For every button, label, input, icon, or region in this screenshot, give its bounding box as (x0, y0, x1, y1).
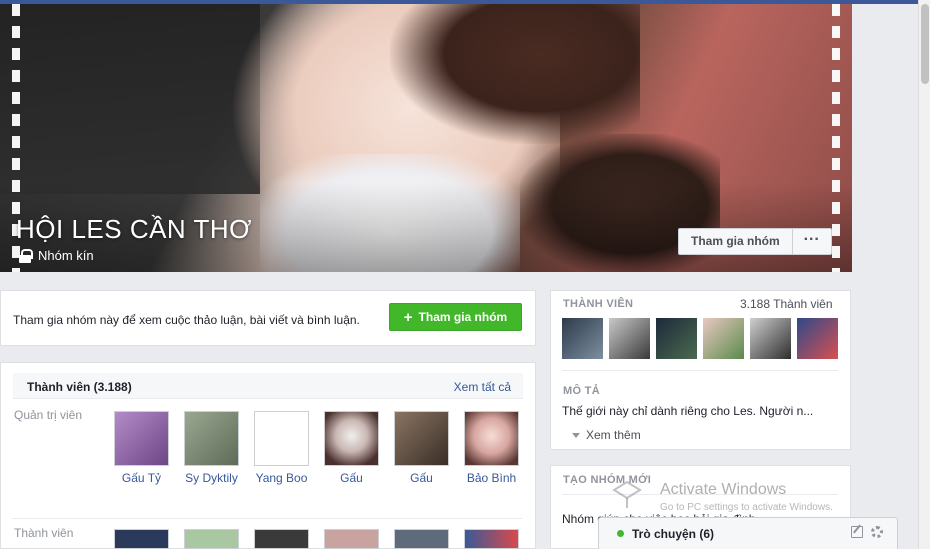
member-card[interactable]: Gấu (324, 411, 379, 485)
online-status-icon (617, 530, 624, 537)
member-avatar[interactable] (184, 529, 239, 549)
join-group-button[interactable]: + Tham gia nhóm (389, 303, 522, 331)
join-prompt-text: Tham gia nhóm này để xem cuộc thảo luận,… (13, 313, 360, 327)
chat-label: Trò chuyện (6) (632, 526, 715, 541)
film-strip-right (832, 4, 840, 272)
member-card[interactable]: Yang Boo (254, 411, 309, 485)
cover-photo-figure (390, 4, 640, 144)
new-message-icon[interactable] (851, 526, 863, 538)
member-avatar[interactable] (254, 529, 309, 549)
member-card[interactable]: Gấu Tỷ (114, 411, 169, 485)
members-count[interactable]: 3.188 Thành viên (740, 297, 833, 311)
caret-down-icon (572, 432, 580, 438)
member-name[interactable]: Yang Boo (254, 471, 309, 485)
about-divider (562, 370, 838, 371)
admins-label: Quản trị viên (14, 408, 83, 422)
group-title[interactable]: HỘI LES CẦN THƠ (16, 214, 252, 245)
member-avatar[interactable] (464, 411, 519, 466)
member-name[interactable]: Gấu (324, 471, 379, 485)
member-thumbnail[interactable] (562, 318, 603, 359)
members-header: Thành viên (3.188) Xem tất cả (13, 373, 523, 399)
member-thumbnail[interactable] (609, 318, 650, 359)
member-avatar[interactable] (324, 411, 379, 466)
chat-actions (851, 526, 883, 538)
members-title[interactable]: Thành viên (3.188) (27, 380, 132, 394)
more-options-button[interactable]: ··· (793, 229, 831, 254)
member-avatar[interactable] (464, 529, 519, 549)
cover-photo-background (0, 4, 260, 194)
member-name[interactable]: Gấu (394, 471, 449, 485)
member-card[interactable]: Bảo Bình (464, 411, 519, 485)
member-avatar[interactable] (184, 411, 239, 466)
members-section-title: THÀNH VIÊN (563, 298, 634, 310)
member-name[interactable]: Bảo Bình (464, 471, 519, 485)
see-more-label: Xem thêm (586, 428, 641, 442)
member-thumbnail[interactable] (703, 318, 744, 359)
member-avatar[interactable] (254, 411, 309, 466)
admins-list: Gấu Tỷ Sy Dyktily Yang Boo Gấu Gấu Bảo B… (114, 411, 519, 485)
cover-join-group-button[interactable]: Tham gia nhóm (679, 229, 793, 254)
members-divider (12, 518, 522, 519)
see-all-link[interactable]: Xem tất cả (454, 380, 511, 394)
member-name[interactable]: Gấu Tỷ (114, 471, 169, 485)
member-name[interactable]: Sy Dyktily (184, 471, 239, 485)
page-scrollbar[interactable] (918, 0, 930, 549)
scrollbar-thumb[interactable] (921, 4, 929, 84)
cover-actions: Tham gia nhóm ··· (678, 228, 832, 255)
activate-windows-title: Activate Windows (660, 481, 787, 498)
member-avatar[interactable] (114, 529, 169, 549)
windows-logo-icon (612, 480, 642, 508)
member-card[interactable]: Gấu (394, 411, 449, 485)
privacy-label: Nhóm kín (38, 248, 94, 263)
plus-icon: + (403, 308, 413, 326)
members-list (114, 529, 519, 549)
lock-icon (18, 248, 33, 263)
group-privacy: Nhóm kín (18, 248, 94, 263)
member-thumbnail[interactable] (797, 318, 838, 359)
member-avatar[interactable] (394, 529, 449, 549)
see-more-link[interactable]: Xem thêm (572, 428, 641, 442)
join-group-label: Tham gia nhóm (418, 310, 508, 324)
member-avatar[interactable] (394, 411, 449, 466)
member-thumbnail[interactable] (656, 318, 697, 359)
member-card[interactable]: Sy Dyktily (184, 411, 239, 485)
members-label: Thành viên (14, 526, 74, 540)
activate-windows-subtitle: Go to PC settings to activate Windows. (660, 502, 833, 513)
description-title: MÔ TẢ (563, 385, 600, 397)
member-thumbnails (562, 318, 838, 359)
gear-icon[interactable] (871, 526, 883, 538)
description-text: Thế giới này chỉ dành riêng cho Les. Ngư… (562, 404, 814, 418)
member-avatar[interactable] (324, 529, 379, 549)
member-thumbnail[interactable] (750, 318, 791, 359)
member-avatar[interactable] (114, 411, 169, 466)
chat-bar[interactable]: Trò chuyện (6) (598, 517, 898, 549)
